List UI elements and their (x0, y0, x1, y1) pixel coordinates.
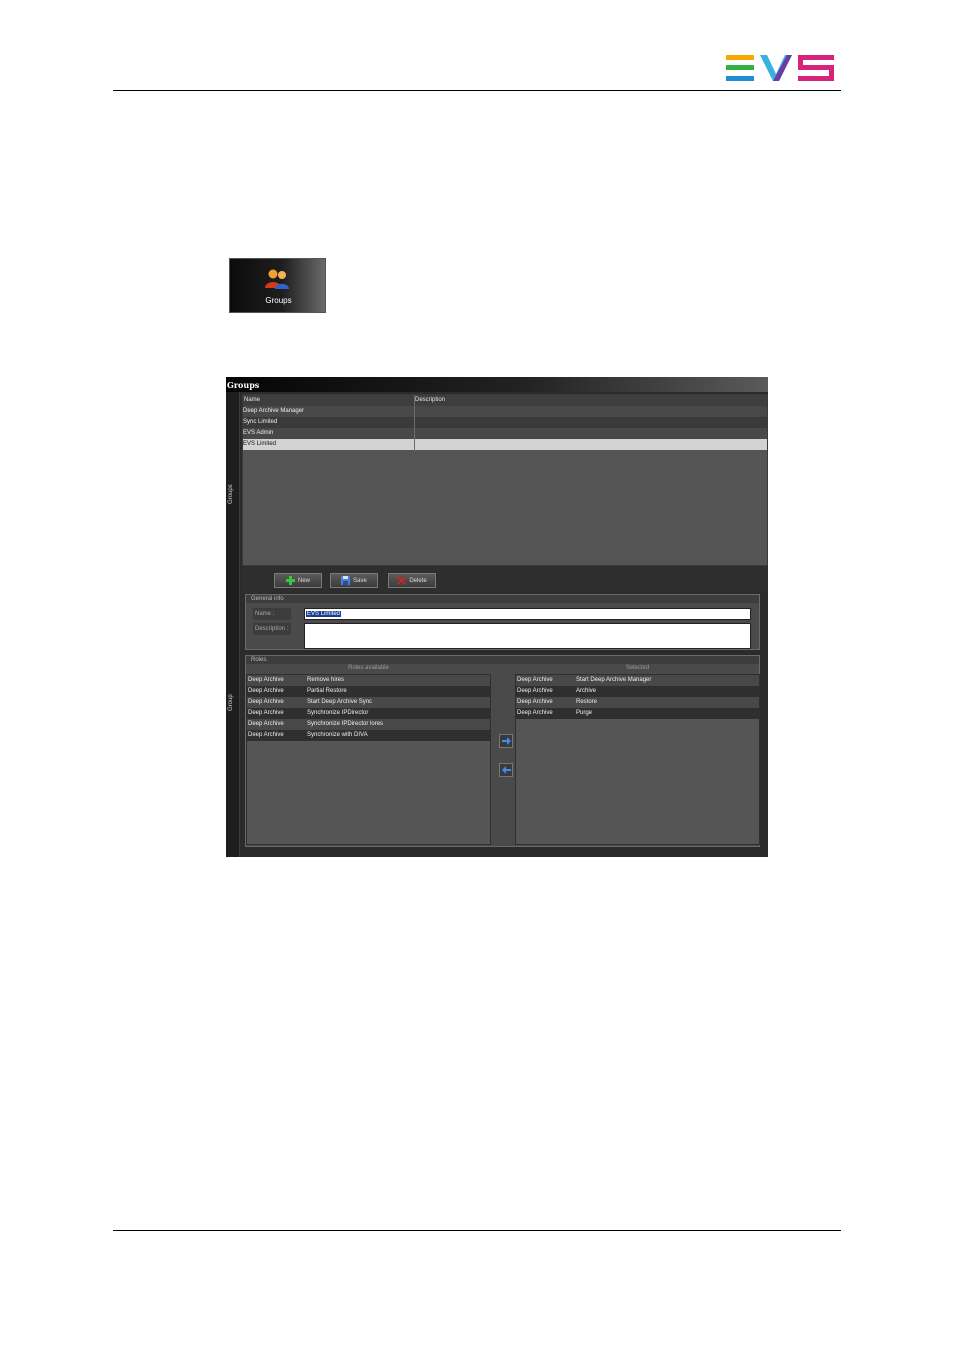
save-button-label: Save (353, 577, 367, 584)
window-titlebar: Groups (226, 377, 768, 392)
role-category: Deep Archive (517, 677, 553, 683)
roles-available-header: Roles available (348, 665, 389, 671)
column-header-description[interactable]: Description (415, 397, 445, 403)
grid-cell-name: Sync Limited (243, 419, 278, 425)
general-info-panel: General info Name : EVS Limited Descript… (245, 594, 760, 650)
floppy-disk-icon (341, 576, 351, 585)
role-category: Deep Archive (248, 677, 284, 683)
role-name: Synchronize IPDirector (307, 710, 369, 716)
roles-selected-header: Selected (625, 665, 650, 671)
name-input-value: EVS Limited (306, 611, 342, 617)
role-name: Purge (576, 710, 593, 716)
list-item[interactable]: Deep Archive Purge (516, 708, 759, 719)
grid-row[interactable]: Deep Archive Manager (243, 406, 767, 417)
grid-cell-name: EVS Limited (243, 441, 277, 447)
groups-tile-button[interactable]: Groups (229, 258, 326, 313)
main-area: Name Description Deep Archive Manager Sy… (242, 394, 768, 857)
side-tab-groups-label: Groups (228, 484, 234, 504)
evs-logo (726, 55, 834, 81)
role-name: Partial Restore (307, 688, 347, 694)
roles-panel: Roles Roles available Deep Archive Remov… (245, 655, 760, 847)
role-name: Start Deep Archive Manager (576, 677, 652, 683)
delete-button-label: Delete (409, 577, 427, 584)
plus-icon (285, 576, 295, 585)
roles-available-list: Deep Archive Remove hires Deep Archive P… (246, 674, 491, 845)
column-header-name[interactable]: Name (244, 397, 260, 403)
roles-title: Roles (246, 656, 759, 664)
groups-tile-label: Groups (265, 296, 292, 305)
grid-row[interactable]: EVS Admin (243, 428, 767, 439)
role-category: Deep Archive (517, 688, 553, 694)
arrow-right-icon (501, 737, 511, 745)
role-category: Deep Archive (248, 710, 284, 716)
role-name: Synchronize IPDirector lores (307, 721, 384, 727)
side-tab-groups[interactable]: Groups (226, 392, 240, 567)
role-category: Deep Archive (517, 710, 553, 716)
list-item[interactable]: Deep Archive Synchronize IPDirector (247, 708, 490, 719)
role-category: Deep Archive (248, 721, 284, 727)
red-x-icon (397, 576, 407, 585)
side-tab-group-label: Group (228, 694, 234, 711)
list-item[interactable]: Deep Archive Synchronize IPDirector lore… (247, 719, 490, 730)
groups-window: Groups Groups Group Name Description Dee… (226, 377, 768, 857)
list-item[interactable]: Deep Archive Archive (516, 686, 759, 697)
role-name: Restore (576, 699, 598, 705)
users-icon (265, 269, 289, 289)
name-input[interactable]: EVS Limited (304, 608, 751, 620)
groups-grid: Name Description Deep Archive Manager Sy… (242, 394, 768, 566)
new-button[interactable]: New (274, 573, 322, 588)
footer-rule (113, 1230, 841, 1231)
description-label: Description : (253, 623, 291, 635)
list-item[interactable]: Deep Archive Partial Restore (247, 686, 490, 697)
window-title: Groups (227, 380, 260, 390)
new-button-label: New (297, 577, 310, 584)
description-input[interactable] (304, 623, 751, 649)
role-name: Archive (576, 688, 597, 694)
list-item[interactable]: Deep Archive Remove hires (247, 675, 490, 686)
column-separator (414, 395, 415, 452)
grid-header: Name Description (243, 395, 767, 406)
delete-button[interactable]: Delete (388, 573, 436, 588)
role-category: Deep Archive (248, 688, 284, 694)
role-name: Synchronize with DIVA (307, 732, 368, 738)
name-label: Name : (253, 608, 291, 620)
grid-row[interactable]: Sync Limited (243, 417, 767, 428)
roles-selected-list: Deep Archive Start Deep Archive Manager … (515, 674, 760, 845)
grid-cell-name: Deep Archive Manager (243, 408, 305, 414)
list-item[interactable]: Deep Archive Synchronize with DIVA (247, 730, 490, 741)
list-item[interactable]: Deep Archive Start Deep Archive Manager (516, 675, 759, 686)
remove-role-button[interactable] (499, 763, 513, 777)
toolbar: New Save Delete (242, 567, 768, 593)
side-tab-group[interactable]: Group (226, 567, 240, 857)
add-role-button[interactable] (499, 734, 513, 748)
list-item[interactable]: Deep Archive Start Deep Archive Sync (247, 697, 490, 708)
arrow-left-icon (501, 766, 511, 774)
save-button[interactable]: Save (330, 573, 378, 588)
header-rule (113, 90, 841, 91)
general-info-title: General info (246, 595, 759, 603)
grid-row-selected[interactable]: EVS Limited (243, 439, 767, 450)
list-item[interactable]: Deep Archive Restore (516, 697, 759, 708)
role-category: Deep Archive (517, 699, 553, 705)
grid-cell-name: EVS Admin (243, 430, 274, 436)
role-name: Remove hires (307, 677, 345, 683)
role-category: Deep Archive (248, 732, 284, 738)
role-name: Start Deep Archive Sync (307, 699, 373, 705)
role-category: Deep Archive (248, 699, 284, 705)
